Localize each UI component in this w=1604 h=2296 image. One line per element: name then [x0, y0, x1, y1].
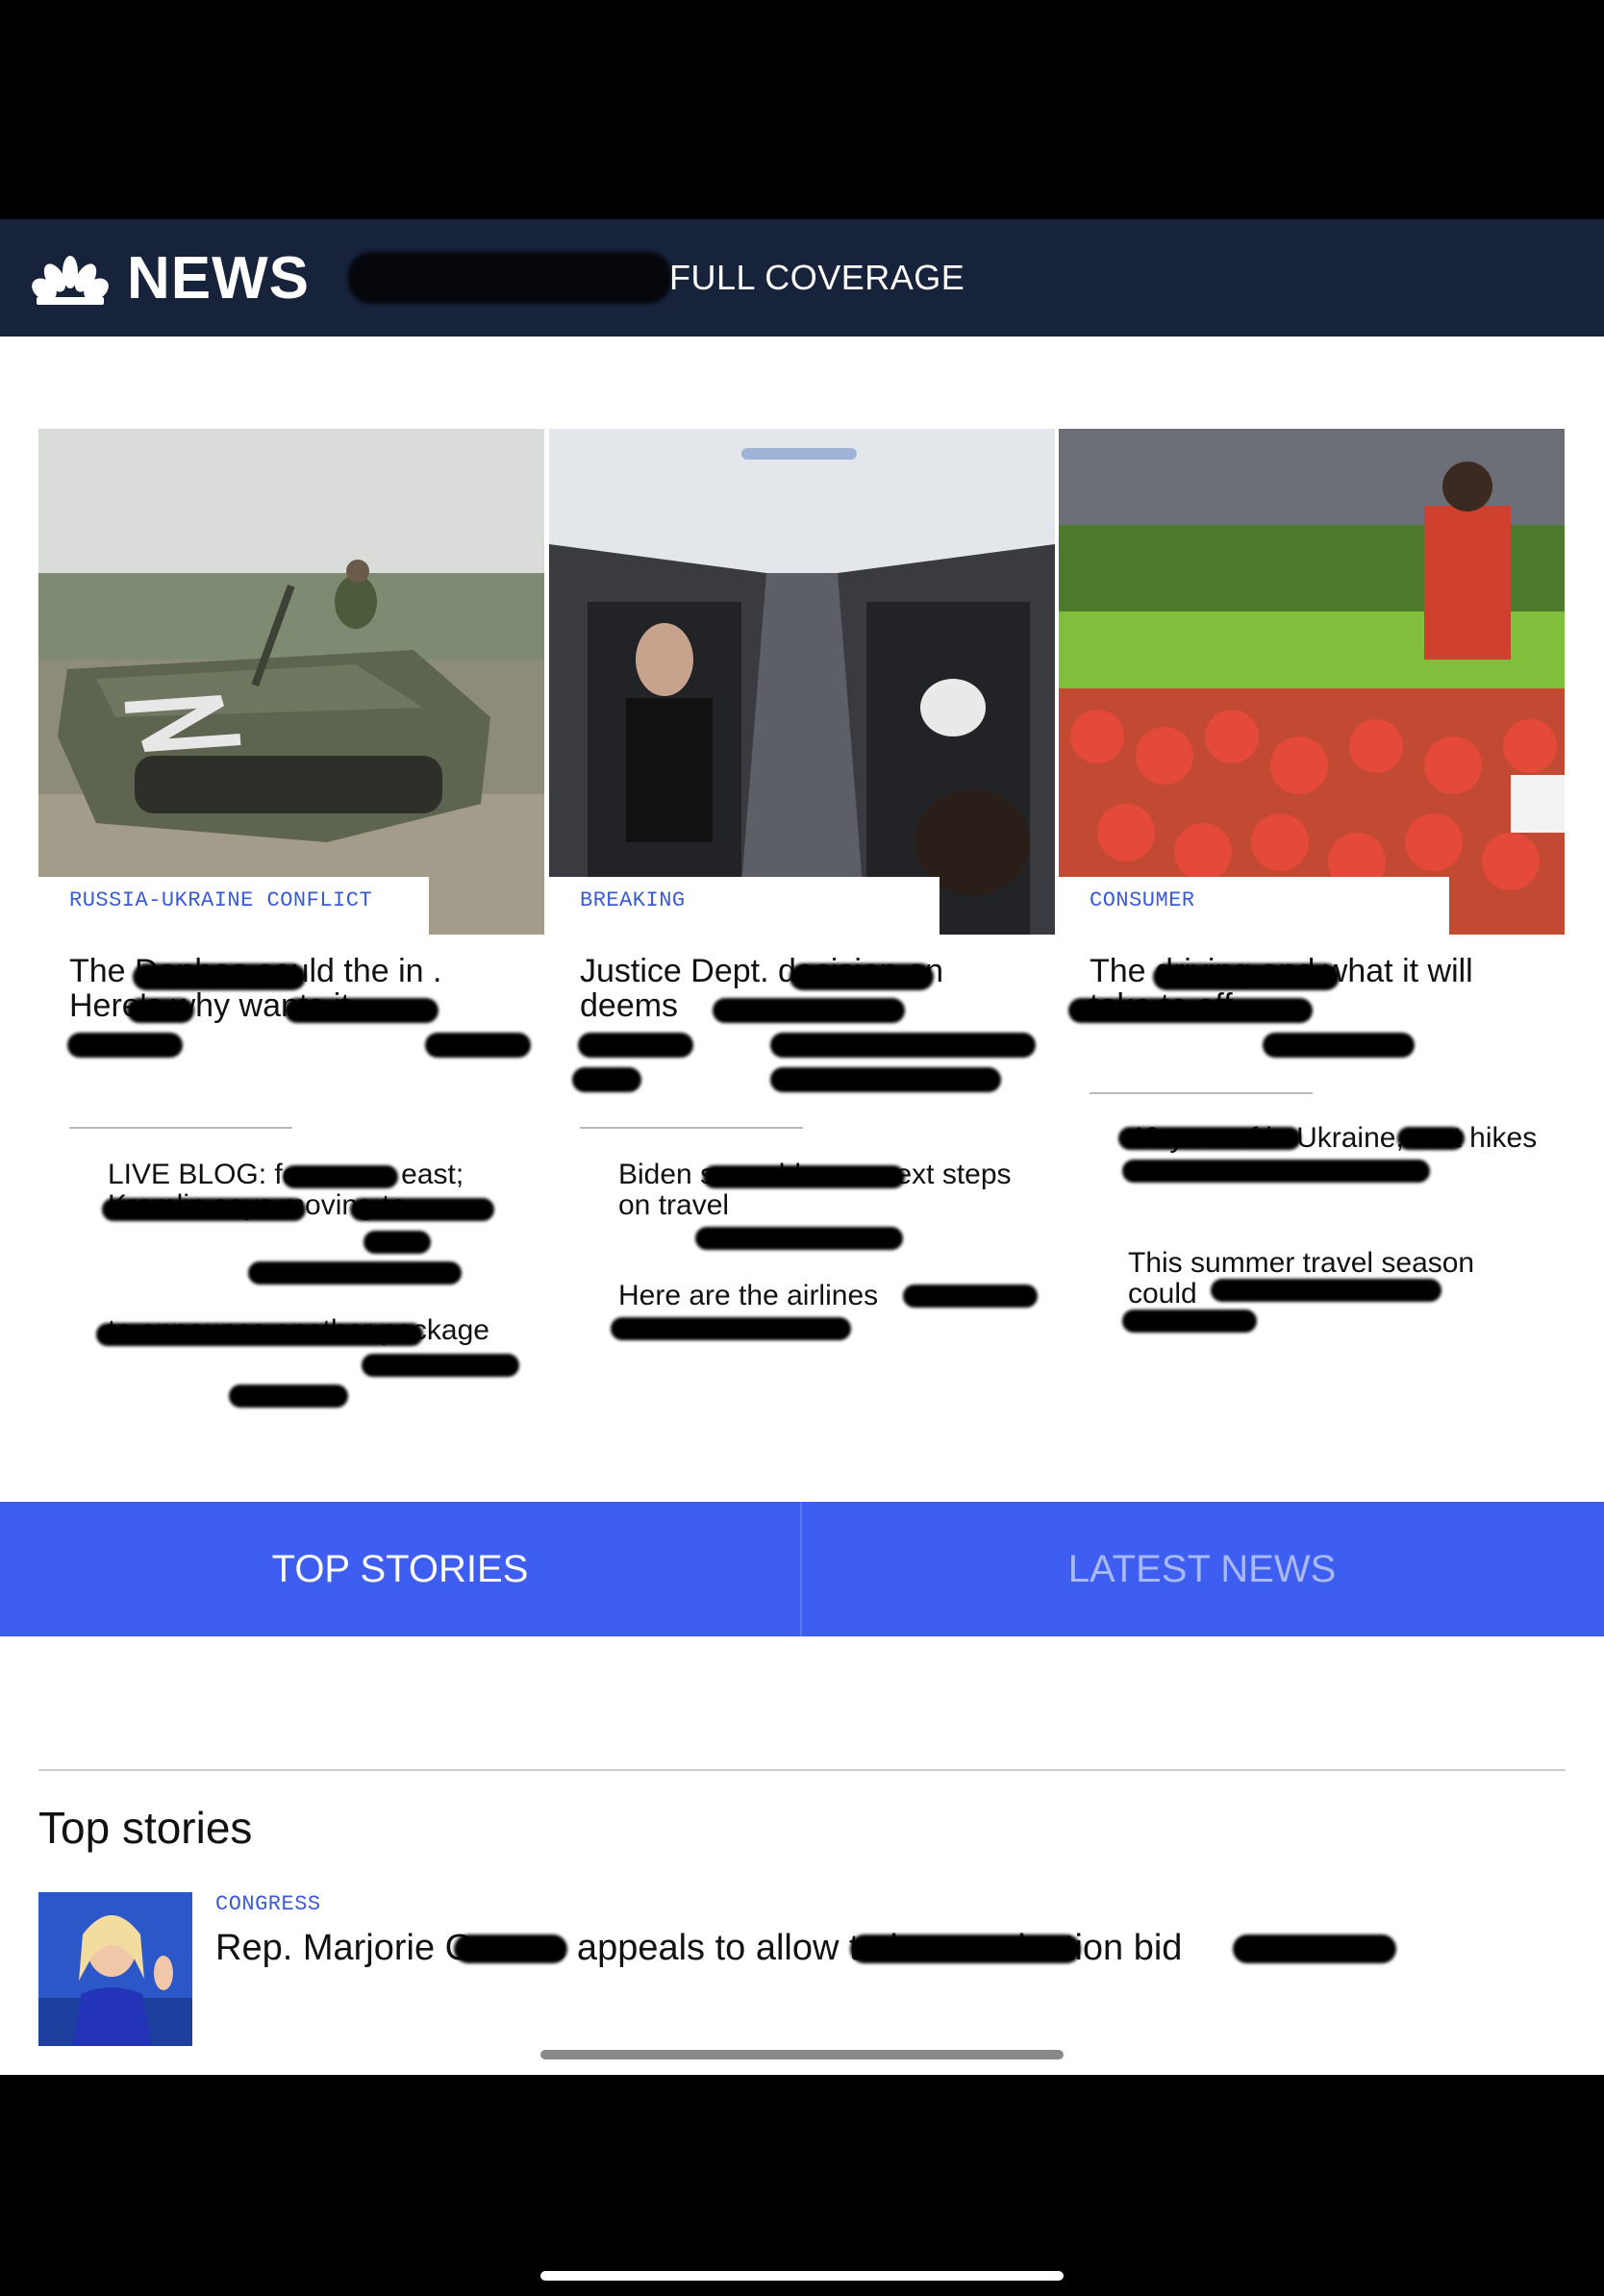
category-label[interactable]: BREAKING — [580, 888, 686, 912]
redaction-mark — [229, 1385, 348, 1408]
story-thumbnail[interactable] — [38, 1892, 192, 2046]
peacock-icon — [32, 256, 109, 305]
status-bar-area — [0, 0, 1604, 219]
redaction-mark — [789, 963, 934, 990]
redaction-mark — [454, 1934, 567, 1963]
redaction-mark — [611, 1317, 851, 1340]
redaction-mark — [770, 1033, 1036, 1058]
card-image-produce-aisle[interactable] — [1059, 429, 1565, 935]
redaction-mark — [283, 1165, 398, 1188]
redaction-mark — [133, 963, 306, 990]
redaction-mark — [1118, 1127, 1301, 1150]
redaction-mark — [1122, 1160, 1430, 1183]
redaction-mark — [67, 1033, 183, 1058]
scroll-indicator — [540, 2050, 1064, 2059]
tab-top-stories[interactable]: TOP STORIES — [0, 1502, 800, 1636]
redaction-mark — [703, 1165, 905, 1188]
redaction-mark — [572, 1067, 641, 1092]
redaction-mark — [350, 1198, 494, 1221]
redaction-mark — [425, 1033, 531, 1058]
redaction-mark — [695, 1227, 903, 1250]
redaction-mark — [713, 998, 905, 1023]
redaction-mark — [903, 1285, 1038, 1308]
tab-latest-news[interactable]: LATEST NEWS — [802, 1502, 1602, 1636]
redaction-mark — [850, 1934, 1081, 1963]
section-divider — [38, 1769, 1566, 1771]
divider — [1090, 1092, 1313, 1094]
redaction-mark — [1122, 1310, 1257, 1333]
redaction-mark — [248, 1261, 462, 1285]
redaction-mark — [102, 1198, 306, 1221]
nbc-news-logo[interactable]: NEWS — [31, 244, 310, 312]
redaction-mark — [363, 1231, 431, 1254]
card-image-airplane-cabin[interactable] — [549, 429, 1055, 935]
home-indicator[interactable] — [540, 2271, 1064, 2281]
redaction-mark — [578, 1033, 693, 1058]
story-tabs: TOP STORIES LATEST NEWS — [0, 1502, 1604, 1636]
divider — [580, 1127, 803, 1129]
redaction-mark — [127, 998, 194, 1023]
brand-name: NEWS — [127, 244, 310, 312]
story-category-label[interactable]: CONGRESS — [215, 1892, 321, 1916]
category-label[interactable]: CONSUMER — [1090, 888, 1195, 912]
main-content: RUSSIA-UKRAINE CONFLICT The Donbas could… — [0, 337, 1604, 2075]
redaction-mark — [1397, 1127, 1465, 1150]
divider — [69, 1127, 292, 1129]
redacted-nav-link[interactable] — [348, 252, 671, 304]
redaction-mark — [1068, 998, 1313, 1023]
redaction-mark — [770, 1067, 1001, 1092]
section-title: Top stories — [38, 1803, 253, 1853]
redaction-mark — [1153, 963, 1340, 990]
redaction-mark — [1211, 1279, 1441, 1302]
redaction-mark — [362, 1354, 519, 1377]
redaction-mark — [285, 998, 439, 1023]
full-coverage-link[interactable]: FULL COVERAGE — [669, 258, 965, 298]
redaction-mark — [1263, 1033, 1415, 1058]
category-label[interactable]: RUSSIA-UKRAINE CONFLICT — [69, 888, 372, 912]
redaction-mark — [96, 1323, 423, 1346]
card-image-tank[interactable] — [38, 429, 544, 935]
redaction-mark — [1233, 1934, 1396, 1963]
